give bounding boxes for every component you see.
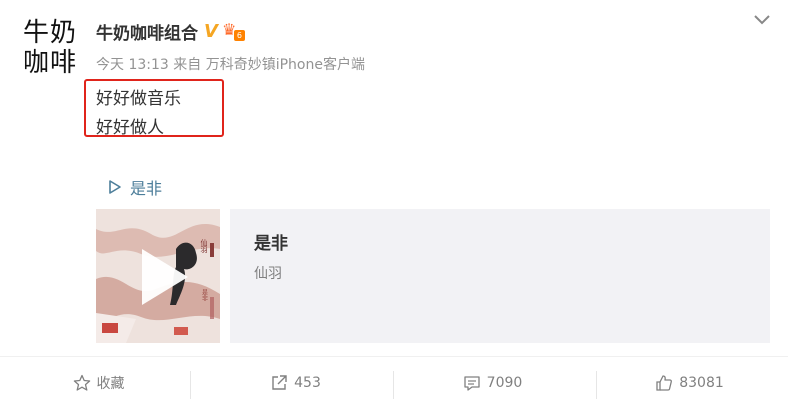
play-icon[interactable] [138,247,190,307]
avatar-text-top: 牛奶 [22,18,77,48]
member-icon[interactable]: ♛ 6 [221,21,245,41]
music-artist: 仙羽 [254,266,282,282]
chevron-down-icon[interactable] [752,10,772,30]
author-row: 牛奶咖啡组合 V ♛ 6 [96,18,245,44]
star-icon [73,374,90,391]
avatar[interactable]: 牛奶 咖啡 [18,16,82,80]
post-time[interactable]: 今天 13:13 [96,57,169,73]
like-button[interactable]: 83081 [591,357,788,408]
favorite-button[interactable]: 收藏 [0,357,197,408]
author-name[interactable]: 牛奶咖啡组合 [96,19,198,44]
action-separator [596,371,597,399]
action-separator [393,371,394,399]
song-link[interactable]: 是非 [108,175,162,199]
comment-icon [464,375,480,391]
post-source: 来自 万科奇妙镇iPhone客户端 [173,57,365,73]
post-meta: 今天 13:13 来自 万科奇妙镇iPhone客户端 [96,54,365,74]
comment-count: 7090 [486,374,523,391]
music-title[interactable]: 是非 [254,229,288,254]
verified-icon: V [204,20,218,42]
music-card[interactable]: 仙羽 是非 是非 仙羽 [96,209,770,343]
post-text-line-1: 好好做音乐 [96,89,181,109]
like-icon [656,374,673,391]
repost-button[interactable]: 453 [197,357,394,408]
favorite-label: 收藏 [96,375,125,392]
song-link-label: 是非 [130,179,163,198]
play-outline-icon [109,180,121,194]
album-cover[interactable]: 仙羽 是非 [96,209,220,343]
comment-button[interactable]: 7090 [394,357,591,408]
post-text-line-2: 好好做人 [96,118,164,138]
avatar-text-bottom: 咖啡 [22,48,77,78]
like-count: 83081 [679,374,724,391]
cover-artist-text: 仙羽 [200,238,208,253]
action-separator [190,371,191,399]
action-bar: 收藏 453 7090 83081 [0,357,788,408]
share-icon [272,374,287,390]
cover-title-text: 是非 [201,289,208,302]
repost-count: 453 [294,374,321,391]
cover-divider [220,209,230,343]
